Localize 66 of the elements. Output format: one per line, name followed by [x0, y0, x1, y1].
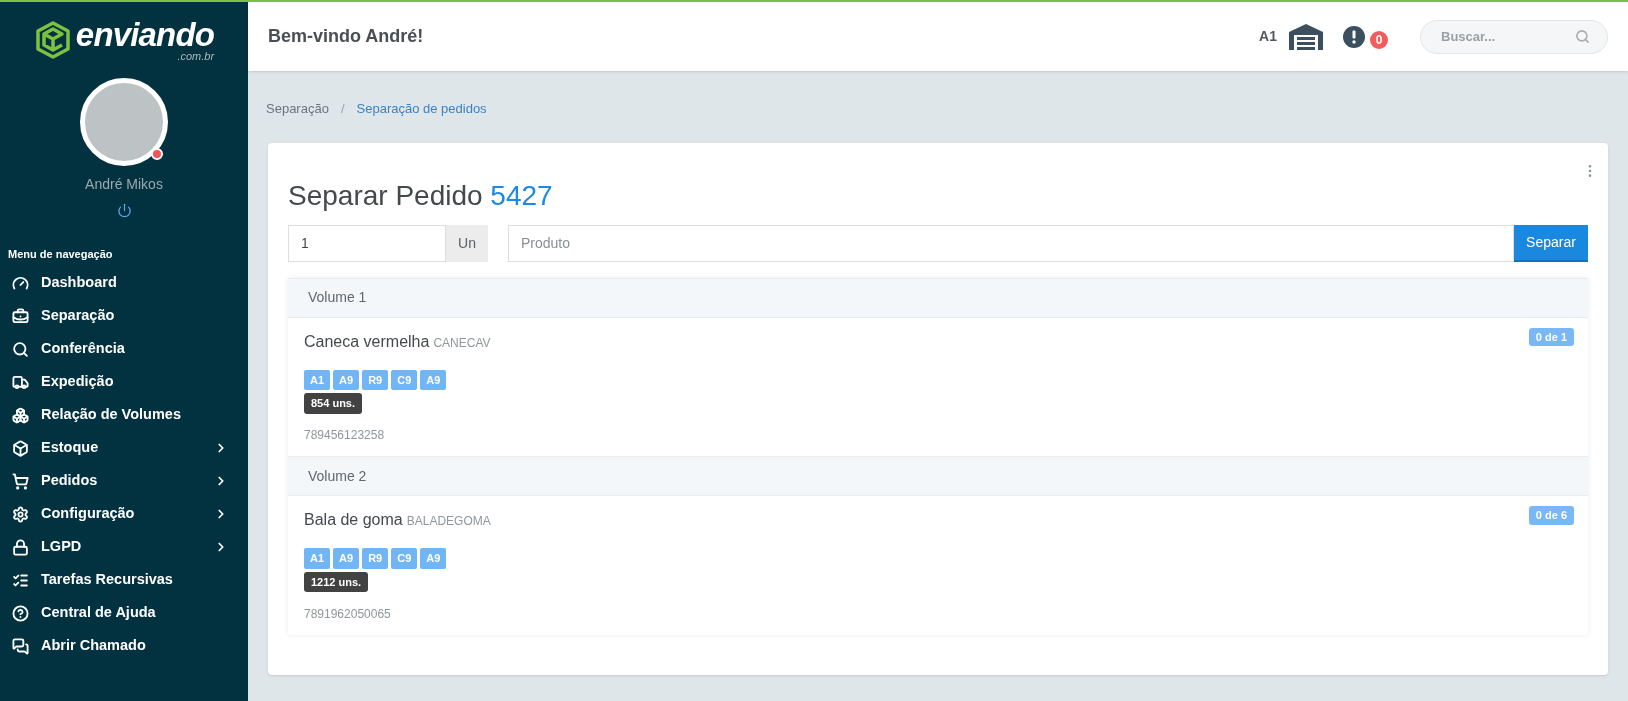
nav-item[interactable]: Relação de Volumes	[0, 398, 248, 432]
nav-item[interactable]: Expedição	[0, 365, 248, 399]
location-tag: A1	[304, 548, 331, 569]
chat-icon	[12, 637, 29, 655]
logout-button[interactable]	[116, 203, 132, 218]
location-tag: A1	[304, 369, 331, 390]
product-code: CANECAV	[433, 334, 491, 352]
search-icon	[1575, 28, 1590, 44]
separate-button[interactable]: Separar	[1514, 224, 1588, 262]
nav-item[interactable]: Abrir Chamado	[0, 629, 248, 663]
product-code: BALADEGOMA	[406, 513, 491, 530]
nav-item[interactable]: Pedidos	[0, 464, 248, 498]
location-tag: A9	[420, 369, 447, 390]
quantity-input[interactable]: 1	[288, 224, 446, 262]
nav-item[interactable]: Dashboard	[0, 266, 248, 300]
warehouse-icon[interactable]	[1289, 23, 1323, 50]
briefcase-icon	[12, 307, 29, 325]
breadcrumb-separator: /	[340, 100, 345, 118]
logo-icon	[33, 20, 72, 60]
location-tag: C9	[391, 548, 418, 569]
truck-icon	[12, 373, 29, 391]
nav-item[interactable]: Configuração	[0, 497, 248, 531]
logo-domain: .com.br	[177, 51, 215, 62]
boxes-icon	[12, 406, 29, 424]
user-name: André Mikos	[85, 175, 163, 194]
barcode-number: 7891962050065	[304, 605, 392, 623]
volume-title: Volume 2	[308, 466, 367, 486]
nav-item[interactable]: LGPD	[0, 530, 248, 564]
nav-item[interactable]: Central de Ajuda	[0, 596, 248, 630]
nav-item[interactable]: Estoque	[0, 431, 248, 465]
location-label: A1	[1259, 27, 1277, 46]
stock-badge: 1212 uns.	[304, 571, 369, 592]
barcode-number: 789456123258	[304, 427, 386, 444]
alert-count-badge: 0	[1370, 30, 1388, 49]
progress-badge: 0 de 1	[1528, 327, 1574, 346]
nav-item[interactable]: Tarefas Recursivas	[0, 563, 248, 597]
cart-icon	[12, 472, 29, 490]
location-tag: R9	[362, 548, 389, 569]
location-tag: A9	[333, 369, 360, 390]
product-name: Bala de goma	[304, 510, 403, 530]
location-tag: A9	[333, 548, 360, 569]
logo-wordmark: enviando	[75, 18, 215, 51]
gauge-icon	[12, 274, 29, 292]
alert-icon[interactable]	[1343, 25, 1365, 48]
location-tag: C9	[391, 369, 418, 390]
box-icon	[12, 439, 29, 457]
location-tag: A9	[420, 548, 447, 569]
product-field[interactable]: Produto	[508, 224, 1514, 262]
search-field[interactable]: Buscar...	[1420, 19, 1608, 54]
lock-icon	[12, 538, 29, 556]
stock-badge: 854 uns.	[304, 393, 363, 414]
product-name: Caneca vermelha	[304, 331, 430, 352]
page-title: Separar Pedido 5427	[288, 178, 554, 213]
breadcrumb-link[interactable]: Separação	[266, 99, 329, 119]
location-tag: R9	[362, 369, 389, 390]
volume-title: Volume 1	[308, 288, 367, 307]
nav-item[interactable]: Separação	[0, 299, 248, 333]
settings-icon	[12, 505, 29, 523]
menu-title: Menu de navegação	[8, 247, 114, 262]
welcome-text: Bem-vindo André!	[268, 25, 425, 48]
help-icon	[12, 604, 29, 622]
power-icon	[116, 203, 132, 218]
nav-item[interactable]: Conferência	[0, 332, 248, 366]
search-icon	[12, 340, 29, 358]
progress-badge: 0 de 6	[1528, 506, 1574, 525]
unit-addon: Un	[446, 224, 488, 262]
